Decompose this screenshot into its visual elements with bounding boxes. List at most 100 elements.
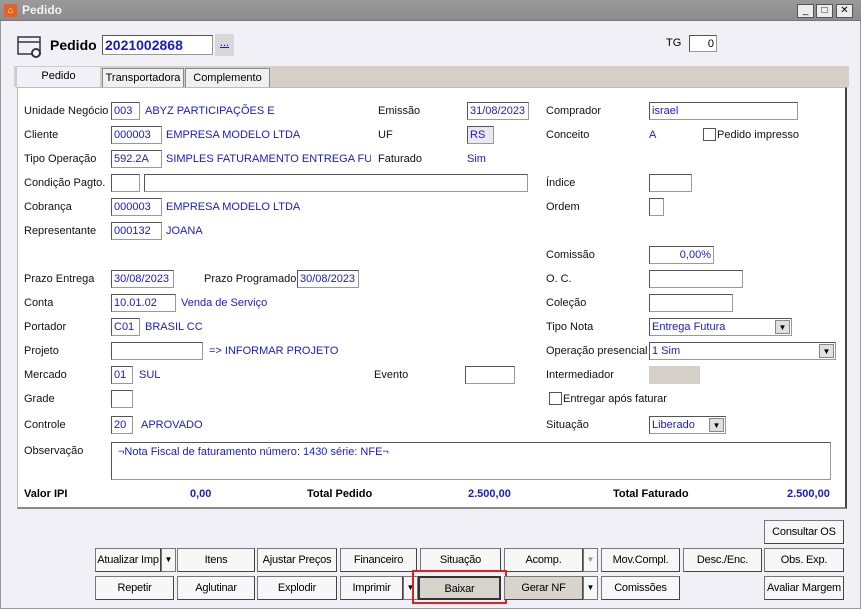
aglutinar-button[interactable]: Aglutinar (177, 576, 255, 600)
entregar-checkbox[interactable] (549, 392, 562, 405)
situacao-button[interactable]: Situação (420, 548, 501, 572)
atualizar-imp-button[interactable]: Atualizar Imp (95, 548, 161, 572)
pedido-impresso-label: Pedido impresso (717, 129, 799, 141)
tg-label: TG (666, 37, 682, 49)
baixar-button[interactable]: Baixar (418, 576, 501, 600)
chevron-down-icon[interactable]: ▼ (775, 320, 790, 334)
situacao-select[interactable]: Liberado ▼ (649, 416, 726, 434)
maximize-button[interactable]: □ (816, 4, 833, 18)
financeiro-button[interactable]: Financeiro (340, 548, 417, 572)
atualizar-imp-dropdown-icon[interactable]: ▼ (161, 548, 176, 572)
cliente-code-input[interactable]: 000003 (111, 126, 162, 144)
mercado-label: Mercado (24, 369, 67, 381)
unidade-desc: ABYZ PARTICIPAÇÕES E (145, 105, 275, 117)
tab-transportadora[interactable]: Transportadora (102, 68, 184, 87)
cond-desc-input[interactable] (144, 174, 528, 192)
conta-desc: Venda de Serviço (181, 297, 268, 309)
controle-code-input[interactable]: 20 (111, 416, 133, 434)
portador-desc: BRASIL CC (145, 321, 203, 333)
colecao-input[interactable] (649, 294, 733, 312)
imprimir-button[interactable]: Imprimir (340, 576, 403, 600)
unidade-code-input[interactable]: 003 (111, 102, 140, 120)
desc-enc-button[interactable]: Desc./Enc. (683, 548, 762, 572)
tab-pedido[interactable]: Pedido (16, 66, 101, 88)
cond-code-input[interactable] (111, 174, 140, 192)
avaliar-margem-button[interactable]: Avaliar Margem (764, 576, 844, 600)
order-number-input[interactable]: 2021002868 (102, 35, 213, 55)
tg-input[interactable]: 0 (689, 35, 717, 52)
indice-input[interactable] (649, 174, 692, 192)
tipo-nota-label: Tipo Nota (546, 321, 594, 333)
representante-label: Representante (24, 225, 97, 237)
comissao-input[interactable]: 0,00% (649, 246, 714, 264)
acomp-dropdown-icon[interactable]: ▼ (583, 548, 598, 572)
total-faturado-label: Total Faturado (613, 488, 689, 500)
tipo-op-label: Tipo Operação (24, 153, 97, 165)
indice-label: Índice (546, 177, 576, 189)
window-title: Pedido (22, 3, 63, 17)
itens-button[interactable]: Itens (177, 548, 255, 572)
total-pedido-label: Total Pedido (307, 488, 373, 500)
consultar-os-button[interactable]: Consultar OS (764, 520, 844, 544)
prazo-entrega-input[interactable]: 30/08/2023 (111, 270, 174, 288)
emissao-input[interactable]: 31/08/2023 (467, 102, 529, 120)
tipo-op-code-input[interactable]: 592.2A (111, 150, 162, 168)
app-icon: ⌂ (4, 4, 17, 17)
comprador-input[interactable]: israel (649, 102, 798, 120)
title-bar: ⌂ Pedido _ □ ✕ (0, 0, 861, 21)
gerar-nf-dropdown-icon[interactable]: ▼ (583, 576, 598, 600)
tab-complemento[interactable]: Complemento (185, 68, 270, 87)
ajustar-precos-button[interactable]: Ajustar Preços (257, 548, 337, 572)
cobranca-desc: EMPRESA MODELO LTDA (166, 201, 301, 213)
repetir-button[interactable]: Repetir (95, 576, 174, 600)
conta-code-input[interactable]: 10.01.02 (111, 294, 176, 312)
uf-label: UF (378, 129, 393, 141)
op-presencial-select[interactable]: 1 Sim ▼ (649, 342, 836, 360)
grade-input[interactable] (111, 390, 133, 408)
tipo-nota-value: Entrega Futura (652, 321, 726, 333)
chevron-down-icon[interactable]: ▼ (709, 418, 724, 432)
observacao-textarea[interactable]: ¬Nota Fiscal de faturamento número: 1430… (111, 442, 831, 480)
pedido-impresso-checkbox[interactable] (703, 128, 716, 141)
acomp-button[interactable]: Acomp. (504, 548, 583, 572)
emissao-label: Emissão (378, 105, 421, 117)
representante-code-input[interactable]: 000132 (111, 222, 162, 240)
portador-label: Portador (24, 321, 67, 333)
projeto-label: Projeto (24, 345, 59, 357)
unidade-label: Unidade Negócio (24, 105, 109, 117)
ordem-input[interactable] (649, 198, 664, 216)
projeto-code-input[interactable] (111, 342, 203, 360)
mov-compl-button[interactable]: Mov.Compl. (601, 548, 680, 572)
intermediador-input[interactable] (649, 366, 700, 384)
portador-code-input[interactable]: C01 (111, 318, 140, 336)
oc-input[interactable] (649, 270, 743, 288)
evento-input[interactable] (465, 366, 515, 384)
ipi-label: Valor IPI (24, 488, 68, 500)
total-pedido-value: 2.500,00 (468, 488, 511, 500)
cond-label: Condição Pagto. (24, 177, 106, 189)
uf-input[interactable]: RS (467, 126, 494, 144)
close-button[interactable]: ✕ (836, 4, 853, 18)
cobranca-code-input[interactable]: 000003 (111, 198, 162, 216)
minimize-button[interactable]: _ (797, 4, 814, 18)
controle-label: Controle (24, 419, 66, 431)
tipo-nota-select[interactable]: Entrega Futura ▼ (649, 318, 792, 336)
situacao-value: Liberado (652, 419, 695, 431)
conceito-value: A (649, 129, 657, 141)
explodir-button[interactable]: Explodir (257, 576, 337, 600)
grade-label: Grade (24, 393, 55, 405)
gerar-nf-button[interactable]: Gerar NF (504, 576, 583, 600)
total-faturado-value: 2.500,00 (787, 488, 830, 500)
lookup-button[interactable]: ... (215, 34, 234, 56)
projeto-desc: => INFORMAR PROJETO (209, 345, 339, 357)
op-presencial-label: Operação presencial (546, 345, 648, 357)
comprador-label: Comprador (546, 105, 602, 117)
comissoes-button[interactable]: Comissões (601, 576, 680, 600)
situacao-label: Situação (546, 419, 589, 431)
header-label: Pedido (50, 37, 97, 53)
mercado-code-input[interactable]: 01 (111, 366, 133, 384)
chevron-down-icon[interactable]: ▼ (819, 344, 834, 358)
prazo-prog-input[interactable]: 30/08/2023 (297, 270, 359, 288)
faturado-value: Sim (467, 153, 486, 165)
obs-exp-button[interactable]: Obs. Exp. (764, 548, 844, 572)
